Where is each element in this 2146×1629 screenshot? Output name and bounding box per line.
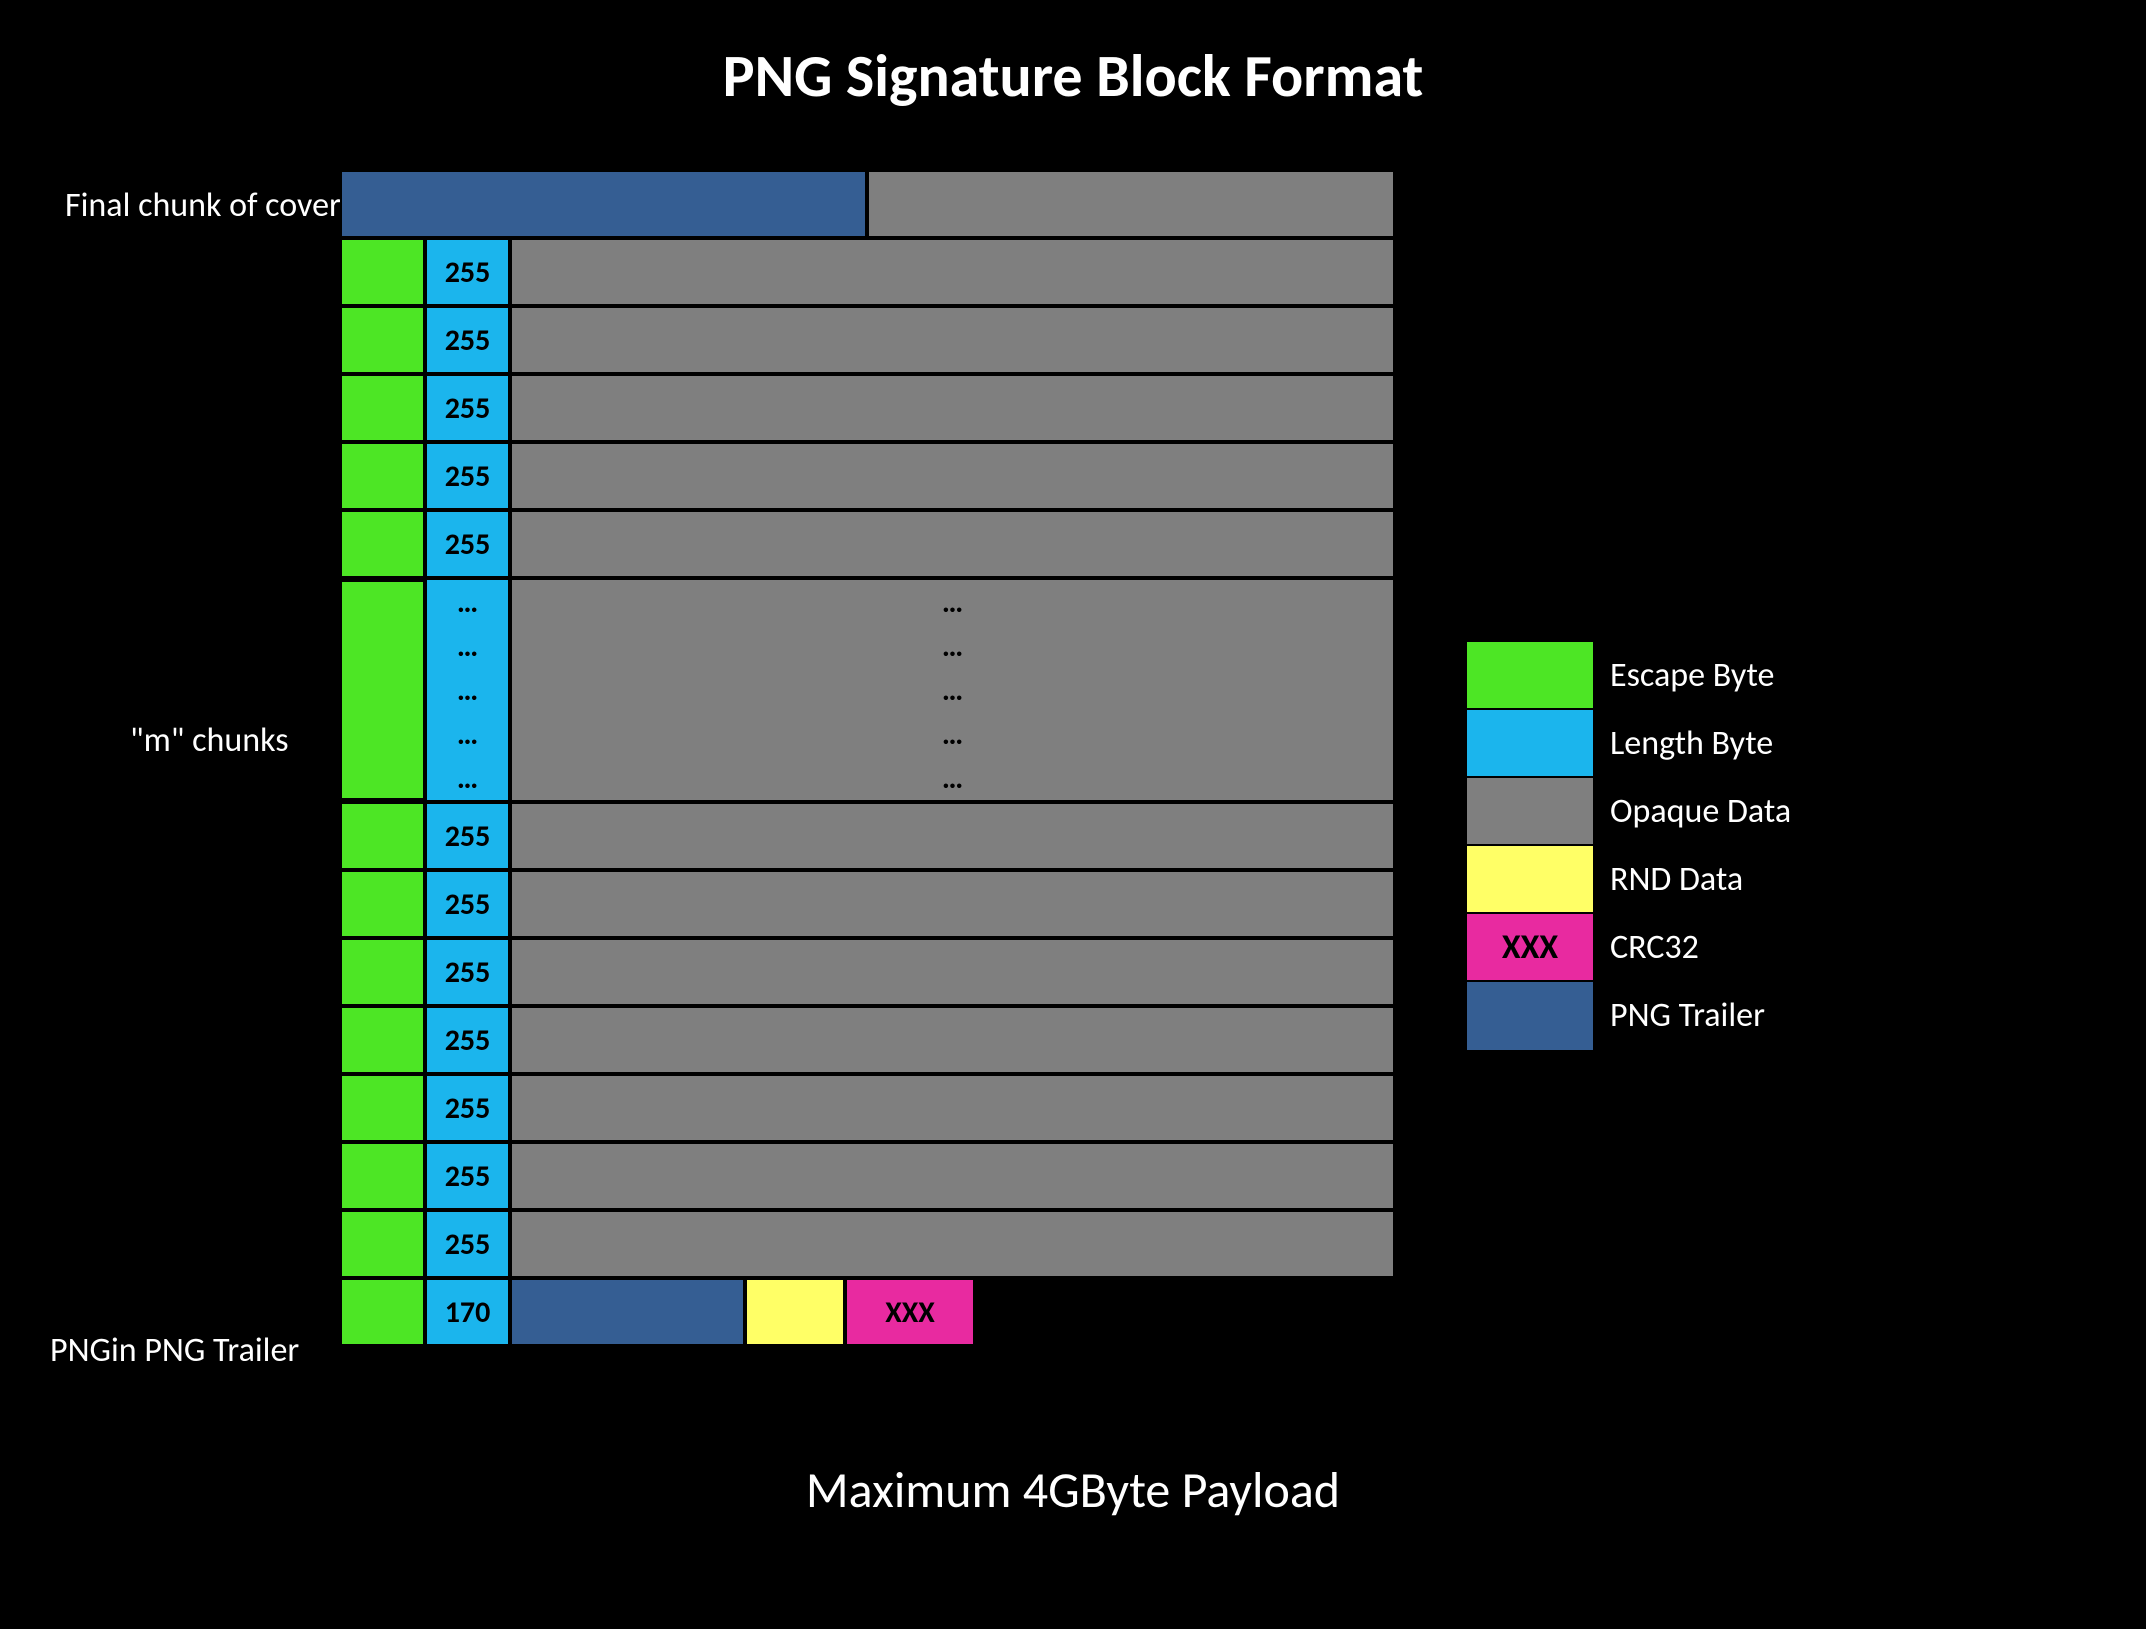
diagram-title: PNG Signature Block Format bbox=[0, 40, 2146, 113]
length-byte: 255 bbox=[425, 1074, 510, 1142]
escape-byte bbox=[340, 306, 425, 374]
opaque-ellipsis: … bbox=[510, 756, 1395, 800]
opaque-ellipsis: … bbox=[510, 624, 1395, 668]
cover-opaque-segment bbox=[867, 170, 1395, 238]
block-layout: 255 255 255 255 255 … … bbox=[340, 170, 1395, 1346]
escape-byte bbox=[340, 870, 425, 938]
opaque-data bbox=[510, 1074, 1395, 1142]
opaque-data bbox=[510, 1006, 1395, 1074]
trailer-row: 170 XXX bbox=[340, 1278, 1054, 1346]
data-row: 255 bbox=[340, 1142, 1395, 1210]
data-row: 255 bbox=[340, 306, 1395, 374]
length-byte: 255 bbox=[425, 938, 510, 1006]
legend-opaque-label: Opaque Data bbox=[1610, 791, 1791, 832]
opaque-data bbox=[510, 510, 1395, 578]
opaque-ellipsis: … bbox=[510, 580, 1395, 624]
length-byte: 255 bbox=[425, 374, 510, 442]
row-label-final: PNGin PNG Trailer bbox=[50, 1330, 299, 1371]
escape-byte bbox=[340, 1142, 425, 1210]
data-row: 255 bbox=[340, 442, 1395, 510]
row-label-mid: "m" chunks bbox=[130, 720, 289, 761]
escape-byte-span bbox=[340, 580, 425, 800]
row-label-top: Final chunk of cover PNG bbox=[65, 185, 325, 226]
escape-byte bbox=[340, 1074, 425, 1142]
escape-byte bbox=[340, 442, 425, 510]
length-ellipsis: … bbox=[425, 668, 510, 712]
escape-byte bbox=[340, 510, 425, 578]
legend-trailer-label: PNG Trailer bbox=[1610, 995, 1765, 1036]
opaque-data bbox=[510, 238, 1395, 306]
escape-byte bbox=[340, 238, 425, 306]
escape-byte bbox=[340, 1278, 425, 1346]
data-row: 255 bbox=[340, 510, 1395, 578]
length-byte: 170 bbox=[425, 1278, 510, 1346]
opaque-data bbox=[510, 306, 1395, 374]
legend-crc-label: CRC32 bbox=[1610, 927, 1699, 968]
opaque-ellipsis: … bbox=[510, 668, 1395, 712]
escape-byte bbox=[340, 1006, 425, 1074]
legend-rnd-label: RND Data bbox=[1610, 859, 1743, 900]
data-row: 255 bbox=[340, 1074, 1395, 1142]
escape-byte bbox=[340, 802, 425, 870]
opaque-data bbox=[510, 938, 1395, 1006]
data-row: 255 bbox=[340, 802, 1395, 870]
legend-escape-swatch bbox=[1467, 642, 1593, 710]
legend-length-swatch bbox=[1467, 710, 1593, 778]
length-ellipsis: … bbox=[425, 624, 510, 668]
length-byte: 255 bbox=[425, 1210, 510, 1278]
opaque-data bbox=[510, 1142, 1395, 1210]
length-byte: 255 bbox=[425, 510, 510, 578]
length-ellipsis: … bbox=[425, 712, 510, 756]
escape-byte bbox=[340, 1210, 425, 1278]
opaque-data bbox=[510, 802, 1395, 870]
data-row: 255 bbox=[340, 374, 1395, 442]
rnd-data-segment bbox=[745, 1278, 845, 1346]
legend-length-label: Length Byte bbox=[1610, 723, 1773, 764]
data-row: 255 bbox=[340, 1006, 1395, 1074]
length-byte: 255 bbox=[425, 802, 510, 870]
opaque-data bbox=[510, 374, 1395, 442]
crc32-segment: XXX bbox=[845, 1278, 975, 1346]
cover-trailer-segment bbox=[340, 170, 867, 238]
opaque-data bbox=[510, 442, 1395, 510]
legend: XXX bbox=[1465, 640, 1595, 1052]
legend-escape-label: Escape Byte bbox=[1610, 655, 1774, 696]
opaque-data bbox=[510, 870, 1395, 938]
length-byte: 255 bbox=[425, 306, 510, 374]
data-row: 255 bbox=[340, 238, 1395, 306]
legend-opaque-swatch bbox=[1467, 778, 1593, 846]
legend-trailer-swatch bbox=[1467, 982, 1593, 1050]
length-byte: 255 bbox=[425, 1142, 510, 1210]
length-ellipsis: … bbox=[425, 580, 510, 624]
data-row: 255 bbox=[340, 870, 1395, 938]
escape-byte bbox=[340, 374, 425, 442]
length-byte: 255 bbox=[425, 870, 510, 938]
data-row: 255 bbox=[340, 938, 1395, 1006]
diagram-caption: Maximum 4GByte Payload bbox=[0, 1460, 2146, 1521]
legend-rnd-swatch bbox=[1467, 846, 1593, 914]
length-byte: 255 bbox=[425, 442, 510, 510]
escape-byte bbox=[340, 938, 425, 1006]
opaque-data bbox=[510, 1210, 1395, 1278]
length-byte: 255 bbox=[425, 1006, 510, 1074]
opaque-ellipsis: … bbox=[510, 712, 1395, 756]
length-ellipsis: … bbox=[425, 756, 510, 800]
png-trailer-segment bbox=[510, 1278, 745, 1346]
legend-crc-swatch: XXX bbox=[1467, 914, 1593, 982]
length-byte: 255 bbox=[425, 238, 510, 306]
row-cover-final bbox=[340, 170, 1395, 238]
ellipsis-block: … … … … … … … … … … bbox=[340, 578, 1395, 802]
data-row: 255 bbox=[340, 1210, 1395, 1278]
